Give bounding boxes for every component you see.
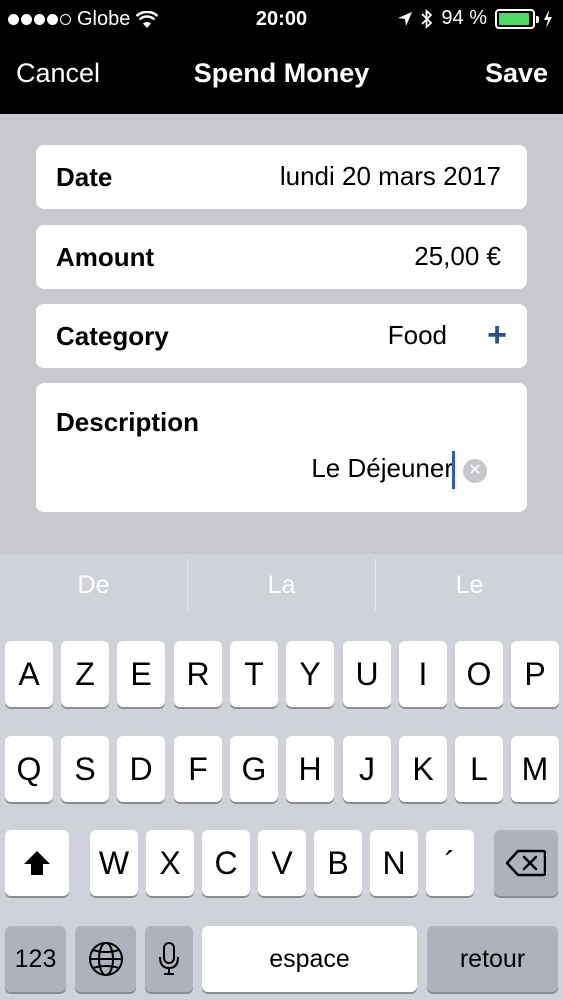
return-key[interactable]: retour bbox=[427, 926, 558, 992]
cancel-button[interactable]: Cancel bbox=[16, 58, 100, 89]
category-value[interactable]: Food bbox=[388, 320, 447, 351]
key-p[interactable]: P bbox=[511, 641, 559, 707]
key-y[interactable]: Y bbox=[286, 641, 334, 707]
backspace-icon bbox=[505, 849, 547, 877]
key-o[interactable]: O bbox=[455, 641, 503, 707]
key-e[interactable]: E bbox=[117, 641, 165, 707]
date-value[interactable]: lundi 20 mars 2017 bbox=[280, 161, 501, 192]
key-w[interactable]: W bbox=[90, 830, 138, 896]
location-arrow-icon bbox=[398, 11, 413, 26]
key-n[interactable]: N bbox=[370, 830, 418, 896]
save-button[interactable]: Save bbox=[485, 58, 548, 89]
bluetooth-icon bbox=[421, 8, 433, 29]
key-u[interactable]: U bbox=[343, 641, 391, 707]
numbers-key[interactable]: 123 bbox=[5, 926, 66, 992]
key-m[interactable]: M bbox=[511, 736, 559, 802]
key-a[interactable]: A bbox=[5, 641, 53, 707]
battery-icon bbox=[495, 8, 539, 29]
key-s[interactable]: S bbox=[61, 736, 109, 802]
status-right-group: 94 % bbox=[397, 7, 553, 30]
delete-key[interactable] bbox=[494, 830, 558, 896]
keyboard: A Z E R T Y U I O P Q S D F G H J K L M … bbox=[0, 622, 563, 1000]
plus-icon[interactable]: + bbox=[487, 318, 507, 352]
text-cursor bbox=[452, 451, 455, 489]
date-label: Date bbox=[56, 162, 113, 192]
microphone-icon bbox=[159, 942, 179, 975]
suggestion-item[interactable]: La bbox=[188, 554, 375, 622]
key-j[interactable]: J bbox=[343, 736, 391, 802]
date-row[interactable]: Date lundi 20 mars 2017 bbox=[36, 145, 527, 209]
key-q[interactable]: Q bbox=[5, 736, 53, 802]
shift-key[interactable] bbox=[5, 830, 69, 896]
shift-arrow-icon bbox=[24, 851, 50, 875]
key-t[interactable]: T bbox=[230, 641, 278, 707]
category-label: Category bbox=[56, 321, 169, 351]
dictation-key[interactable] bbox=[145, 926, 193, 992]
key-x[interactable]: X bbox=[146, 830, 194, 896]
clear-text-icon[interactable]: ✕ bbox=[463, 459, 487, 483]
space-key[interactable]: espace bbox=[202, 926, 417, 992]
battery-percent: 94 % bbox=[441, 7, 487, 29]
key-d[interactable]: D bbox=[117, 736, 165, 802]
globe-icon bbox=[88, 942, 123, 976]
key-i[interactable]: I bbox=[399, 641, 447, 707]
description-label: Description bbox=[56, 407, 200, 437]
amount-label: Amount bbox=[56, 242, 155, 272]
description-row[interactable]: Description Le Déjeuner ✕ bbox=[36, 383, 527, 512]
key-r[interactable]: R bbox=[174, 641, 222, 707]
globe-key[interactable] bbox=[75, 926, 136, 992]
suggestion-item[interactable]: Le bbox=[376, 554, 563, 622]
charging-bolt-icon bbox=[544, 9, 552, 28]
amount-row[interactable]: Amount 25,00 € bbox=[36, 225, 527, 289]
key-z[interactable]: Z bbox=[61, 641, 109, 707]
key-acute-accent[interactable]: ´ bbox=[426, 830, 474, 896]
key-k[interactable]: K bbox=[399, 736, 447, 802]
expense-form: Date lundi 20 mars 2017 Amount 25,00 € C… bbox=[0, 114, 563, 554]
amount-value[interactable]: 25,00 € bbox=[414, 241, 501, 272]
key-b[interactable]: B bbox=[314, 830, 362, 896]
key-f[interactable]: F bbox=[174, 736, 222, 802]
key-g[interactable]: G bbox=[230, 736, 278, 802]
predictive-bar: De La Le bbox=[0, 554, 563, 622]
navigation-bar: Cancel Spend Money Save bbox=[0, 38, 563, 114]
key-c[interactable]: C bbox=[202, 830, 250, 896]
suggestion-item[interactable]: De bbox=[0, 554, 187, 622]
key-h[interactable]: H bbox=[286, 736, 334, 802]
key-l[interactable]: L bbox=[455, 736, 503, 802]
status-bar: Globe 20:00 94 % bbox=[0, 0, 563, 38]
category-row[interactable]: Category Food + bbox=[36, 304, 527, 368]
key-v[interactable]: V bbox=[258, 830, 306, 896]
description-input[interactable]: Le Déjeuner bbox=[311, 453, 453, 484]
